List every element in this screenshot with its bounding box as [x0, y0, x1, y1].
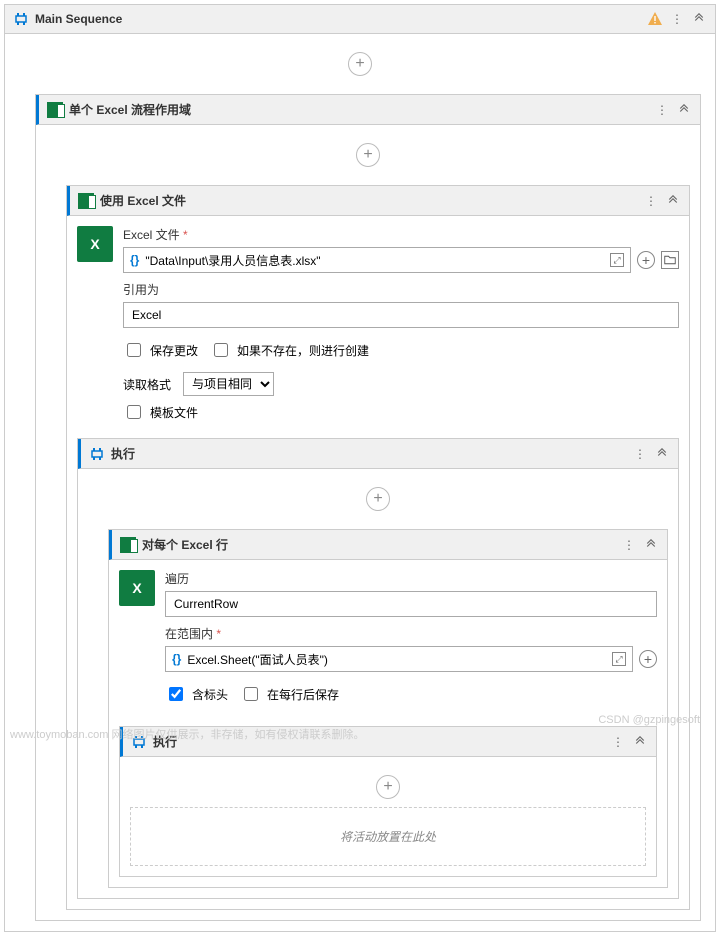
add-activity-button[interactable]: +: [356, 143, 380, 167]
excel-scope-icon: [47, 102, 63, 118]
drop-activity-zone[interactable]: 将活动放置在此处: [130, 807, 646, 866]
sequence-icon: [13, 11, 29, 27]
excel-app-icon: X: [77, 226, 113, 262]
expand-icon[interactable]: ⤢: [612, 652, 626, 666]
save-changes-checkbox[interactable]: 保存更改: [123, 340, 198, 360]
use-excel-header[interactable]: 使用 Excel 文件 ⋮: [67, 186, 689, 216]
execute-title: 执行: [111, 445, 626, 462]
excel-row-icon: [120, 537, 136, 553]
read-format-select[interactable]: 与项目相同: [183, 372, 274, 396]
excel-file-label: Excel 文件: [123, 226, 679, 243]
sequence-icon: [89, 446, 105, 462]
collapse-icon[interactable]: [676, 102, 692, 118]
read-format-label: 读取格式: [123, 376, 171, 393]
more-options-icon[interactable]: ⋮: [669, 11, 685, 27]
more-options-icon[interactable]: ⋮: [632, 446, 648, 462]
range-input[interactable]: [185, 648, 608, 670]
expression-icon: {}: [130, 253, 139, 267]
collapse-icon[interactable]: [691, 11, 707, 27]
collapse-icon[interactable]: [654, 446, 670, 462]
expression-icon: {}: [172, 652, 181, 666]
add-range-button[interactable]: +: [639, 650, 657, 668]
watermark-text: www.toymoban.com 网络图片仅供展示，非存储，如有侵权请联系删除。: [10, 726, 364, 742]
excel-scope-header[interactable]: 单个 Excel 流程作用域 ⋮: [36, 95, 700, 125]
reference-label: 引用为: [123, 281, 679, 298]
save-after-row-checkbox[interactable]: 在每行后保存: [240, 684, 339, 704]
template-file-checkbox[interactable]: 模板文件: [123, 402, 679, 422]
create-if-not-exist-checkbox[interactable]: 如果不存在，则进行创建: [210, 340, 369, 360]
watermark-text: CSDN @gzpingesoft: [598, 714, 700, 726]
excel-app-icon: X: [119, 570, 155, 606]
loop-label: 遍历: [165, 570, 657, 587]
more-options-icon[interactable]: ⋮: [654, 102, 670, 118]
main-sequence-title: Main Sequence: [35, 12, 641, 26]
browse-folder-button[interactable]: [661, 251, 679, 269]
execute-header[interactable]: 执行 ⋮: [78, 439, 678, 469]
more-options-icon[interactable]: ⋮: [621, 537, 637, 553]
add-file-button[interactable]: +: [637, 251, 655, 269]
excel-file-input[interactable]: [143, 249, 606, 271]
loop-variable-input[interactable]: [172, 593, 650, 615]
add-activity-button[interactable]: +: [366, 487, 390, 511]
collapse-icon[interactable]: [665, 193, 681, 209]
collapse-icon[interactable]: [632, 734, 648, 750]
main-sequence-header[interactable]: Main Sequence ⋮: [5, 5, 715, 34]
warning-icon: [647, 11, 663, 27]
foreach-row-header[interactable]: 对每个 Excel 行 ⋮: [109, 530, 667, 560]
add-activity-button[interactable]: +: [348, 52, 372, 76]
expand-icon[interactable]: ⤢: [610, 253, 624, 267]
more-options-icon[interactable]: ⋮: [610, 734, 626, 750]
reference-input[interactable]: [130, 304, 672, 326]
excel-icon: [78, 193, 94, 209]
use-excel-title: 使用 Excel 文件: [100, 192, 637, 209]
range-label: 在范围内: [165, 625, 657, 642]
has-header-checkbox[interactable]: 含标头: [165, 684, 228, 704]
foreach-row-title: 对每个 Excel 行: [142, 536, 615, 553]
more-options-icon[interactable]: ⋮: [643, 193, 659, 209]
excel-scope-title: 单个 Excel 流程作用域: [69, 101, 648, 118]
add-activity-button[interactable]: +: [376, 775, 400, 799]
collapse-icon[interactable]: [643, 537, 659, 553]
